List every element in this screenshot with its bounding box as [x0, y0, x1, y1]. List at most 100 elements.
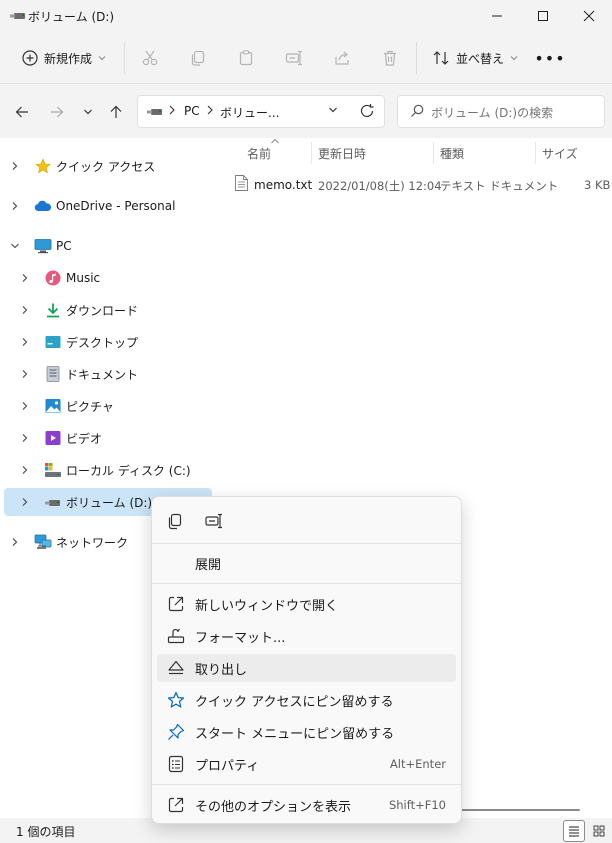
more-button[interactable]: •••: [534, 46, 564, 70]
menu-item-pin-start[interactable]: スタート メニューにピン留めする: [157, 718, 456, 746]
menu-item-properties[interactable]: プロパティ Alt+Enter: [157, 750, 456, 778]
breadcrumb-volume[interactable]: ボリュー...: [220, 104, 279, 121]
nav-item-downloads[interactable]: ダウンロード: [4, 296, 212, 324]
chevron-right-icon[interactable]: [18, 399, 32, 413]
column-separator[interactable]: [433, 142, 434, 164]
context-menu: 展開 新しいウィンドウで開く フォーマット... 取り出し クイック アクセスに…: [151, 496, 462, 824]
chevron-right-icon[interactable]: [18, 303, 32, 317]
monitor-icon: [34, 237, 52, 255]
chevron-right-icon[interactable]: [18, 271, 32, 285]
nav-item-label: ドキュメント: [66, 367, 139, 382]
share-icon[interactable]: [328, 47, 356, 69]
rename-button[interactable]: [200, 507, 228, 535]
sort-arrows-icon: [432, 50, 450, 66]
rename-icon[interactable]: [280, 47, 308, 69]
open-new-window-icon: [165, 595, 187, 613]
nav-item-videos[interactable]: ビデオ: [4, 424, 212, 452]
menu-item-more-options[interactable]: その他のオプションを表示 Shift+F10: [157, 791, 456, 819]
nav-item-label: ピクチャ: [66, 399, 114, 414]
nav-item-onedrive[interactable]: OneDrive - Personal: [4, 192, 212, 220]
chevron-right-icon[interactable]: [8, 159, 22, 173]
column-separator[interactable]: [311, 142, 312, 164]
nav-item-label: ダウンロード: [66, 303, 139, 318]
column-header-size[interactable]: サイズ: [542, 145, 578, 165]
nav-item-label: PC: [56, 239, 72, 253]
eject-icon: [165, 659, 187, 677]
chevron-right-icon[interactable]: [18, 335, 32, 349]
menu-item-open-new-window[interactable]: 新しいウィンドウで開く: [157, 590, 456, 618]
search-input[interactable]: ボリューム (D:)の検索: [431, 104, 553, 121]
back-button[interactable]: [10, 100, 34, 124]
address-history-button[interactable]: [328, 106, 338, 114]
column-header-name[interactable]: 名前: [247, 145, 271, 165]
cut-icon[interactable]: [136, 47, 164, 69]
sort-button[interactable]: 並べ替え: [428, 43, 522, 73]
nav-item-pictures[interactable]: ピクチャ: [4, 392, 212, 420]
file-modified: 2022/01/08(土) 12:04: [318, 179, 442, 193]
copy-icon[interactable]: [184, 47, 212, 69]
nav-item-desktop[interactable]: デスクトップ: [4, 328, 212, 356]
chevron-right-icon[interactable]: [18, 463, 32, 477]
sort-ascending-icon: [270, 138, 280, 144]
nav-item-label: ローカル ディスク (C:): [66, 463, 191, 478]
chevron-down-icon[interactable]: [8, 239, 22, 253]
chevron-right-icon[interactable]: [18, 495, 32, 509]
refresh-icon[interactable]: [359, 103, 375, 119]
nav-item-pc[interactable]: PC: [4, 232, 212, 260]
item-count: 1 個の項目: [16, 825, 76, 839]
menu-item-eject[interactable]: 取り出し: [157, 654, 456, 682]
chevron-right-icon[interactable]: [18, 431, 32, 445]
menu-item-label: 取り出し: [195, 662, 248, 678]
menu-item-label: プロパティ: [195, 758, 260, 774]
menu-item-label: フォーマット...: [195, 630, 286, 646]
nav-item-label: OneDrive - Personal: [56, 199, 176, 213]
properties-icon: [165, 755, 187, 773]
chevron-right-icon[interactable]: [18, 367, 32, 381]
horizontal-scrollbar[interactable]: [460, 809, 580, 811]
star-icon: [34, 157, 52, 175]
desktop-icon: [44, 333, 62, 351]
menu-item-pin-quick-access[interactable]: クイック アクセスにピン留めする: [157, 686, 456, 714]
chevron-right-icon[interactable]: [8, 535, 22, 549]
column-header-type[interactable]: 種類: [440, 145, 464, 165]
tiles-view-button[interactable]: [588, 820, 610, 842]
usb-drive-icon: [44, 493, 62, 511]
breadcrumb-pc[interactable]: PC: [184, 104, 200, 118]
minimize-button[interactable]: [474, 0, 520, 32]
chevron-right-icon[interactable]: [8, 199, 22, 213]
file-type: テキスト ドキュメント: [440, 179, 559, 193]
forward-button[interactable]: [45, 100, 69, 124]
video-icon: [44, 429, 62, 447]
nav-item-label: ボリューム (D:): [66, 495, 153, 510]
cloud-icon: [34, 197, 52, 215]
menu-item-label: 展開: [195, 557, 222, 573]
nav-item-label: ビデオ: [66, 431, 103, 446]
nav-item-local-disk[interactable]: ローカル ディスク (C:): [4, 456, 212, 484]
delete-icon[interactable]: [376, 47, 404, 69]
paste-icon[interactable]: [232, 47, 260, 69]
chevron-right-icon: [206, 104, 214, 116]
chevron-down-icon: [98, 55, 106, 61]
nav-item-label: デスクトップ: [66, 335, 139, 350]
chevron-down-icon: [510, 55, 518, 61]
column-header-modified[interactable]: 更新日時: [318, 145, 366, 165]
menu-item-expand[interactable]: 展開: [157, 549, 456, 577]
file-name: memo.txt: [254, 178, 313, 192]
up-button[interactable]: [104, 100, 128, 124]
details-view-button[interactable]: [563, 820, 585, 842]
copy-button[interactable]: [161, 507, 189, 535]
file-size: 3 KB: [584, 178, 611, 192]
nav-item-music[interactable]: Music: [4, 264, 212, 292]
column-separator[interactable]: [535, 142, 536, 164]
close-button[interactable]: [566, 0, 612, 32]
new-button[interactable]: 新規作成: [14, 43, 114, 73]
menu-item-label: スタート メニューにピン留めする: [195, 726, 395, 742]
chevron-right-icon: [168, 104, 176, 116]
menu-item-format[interactable]: フォーマット...: [157, 622, 456, 650]
maximize-button[interactable]: [520, 0, 566, 32]
rename-icon: [205, 513, 223, 529]
recent-locations-button[interactable]: [76, 100, 100, 124]
nav-item-quick-access[interactable]: クイック アクセス: [4, 152, 212, 180]
nav-item-documents[interactable]: ドキュメント: [4, 360, 212, 388]
menu-item-label: 新しいウィンドウで開く: [195, 598, 339, 614]
